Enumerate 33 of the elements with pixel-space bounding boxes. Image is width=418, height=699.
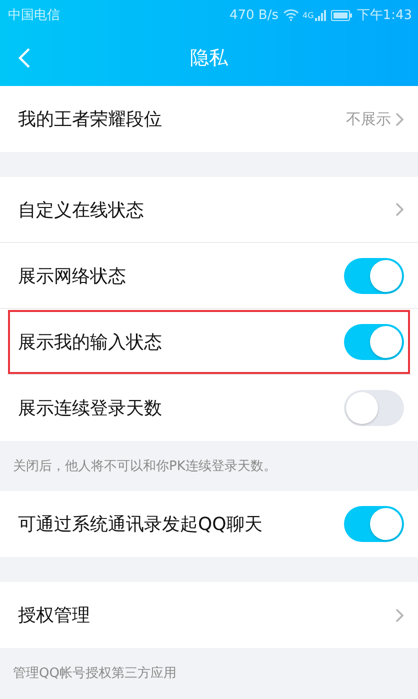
toggle-row[interactable]: 展示连续登录天数 (0, 375, 418, 441)
page-title: 隐私 (190, 46, 228, 71)
toggle-row[interactable]: 可通过系统通讯录发起QQ聊天 (0, 491, 418, 557)
hint-text: 管理QQ帐号授权第三方应用 (12, 665, 178, 683)
setting-label: 展示我的输入状态 (18, 330, 162, 354)
toggle-switch[interactable] (344, 324, 404, 360)
chevron-right-icon (395, 608, 404, 622)
toggle-switch[interactable] (344, 258, 404, 294)
toggle-row[interactable]: 展示我的输入状态 (7, 309, 411, 375)
setting-label: 我的王者荣耀段位 (18, 108, 162, 131)
setting-label: 展示网络状态 (18, 264, 126, 288)
setting-value: 不展示 (346, 110, 391, 128)
toggle-switch[interactable] (344, 390, 404, 426)
toggle-switch[interactable] (344, 506, 404, 542)
carrier-name: 中国电信 (8, 7, 60, 24)
network-speed: 470 B/s (229, 8, 278, 22)
network-type: 4G (302, 10, 314, 20)
setting-label: 授权管理 (18, 604, 90, 627)
setting-label: 展示连续登录天数 (18, 397, 162, 420)
hint-text: 关闭后，他人将不可以和你PK连续登录天数。 (12, 458, 278, 476)
back-icon[interactable] (17, 47, 31, 69)
setting-label: 可通过系统通讯录发起QQ聊天 (18, 513, 262, 536)
setting-label: 自定义在线状态 (18, 198, 144, 222)
signal-icon (314, 10, 327, 20)
settings-item[interactable]: 授权管理 (0, 582, 418, 648)
settings-item[interactable]: 我的王者荣耀段位 不展示 (0, 86, 418, 152)
clock-time: 下午1:43 (356, 7, 412, 24)
battery-icon (330, 10, 353, 20)
wifi-icon (282, 9, 298, 21)
chevron-right-icon (395, 112, 404, 126)
chevron-right-icon (395, 202, 404, 217)
toggle-row[interactable]: 展示网络状态 (0, 243, 418, 309)
settings-item[interactable]: 自定义在线状态 (0, 177, 418, 243)
